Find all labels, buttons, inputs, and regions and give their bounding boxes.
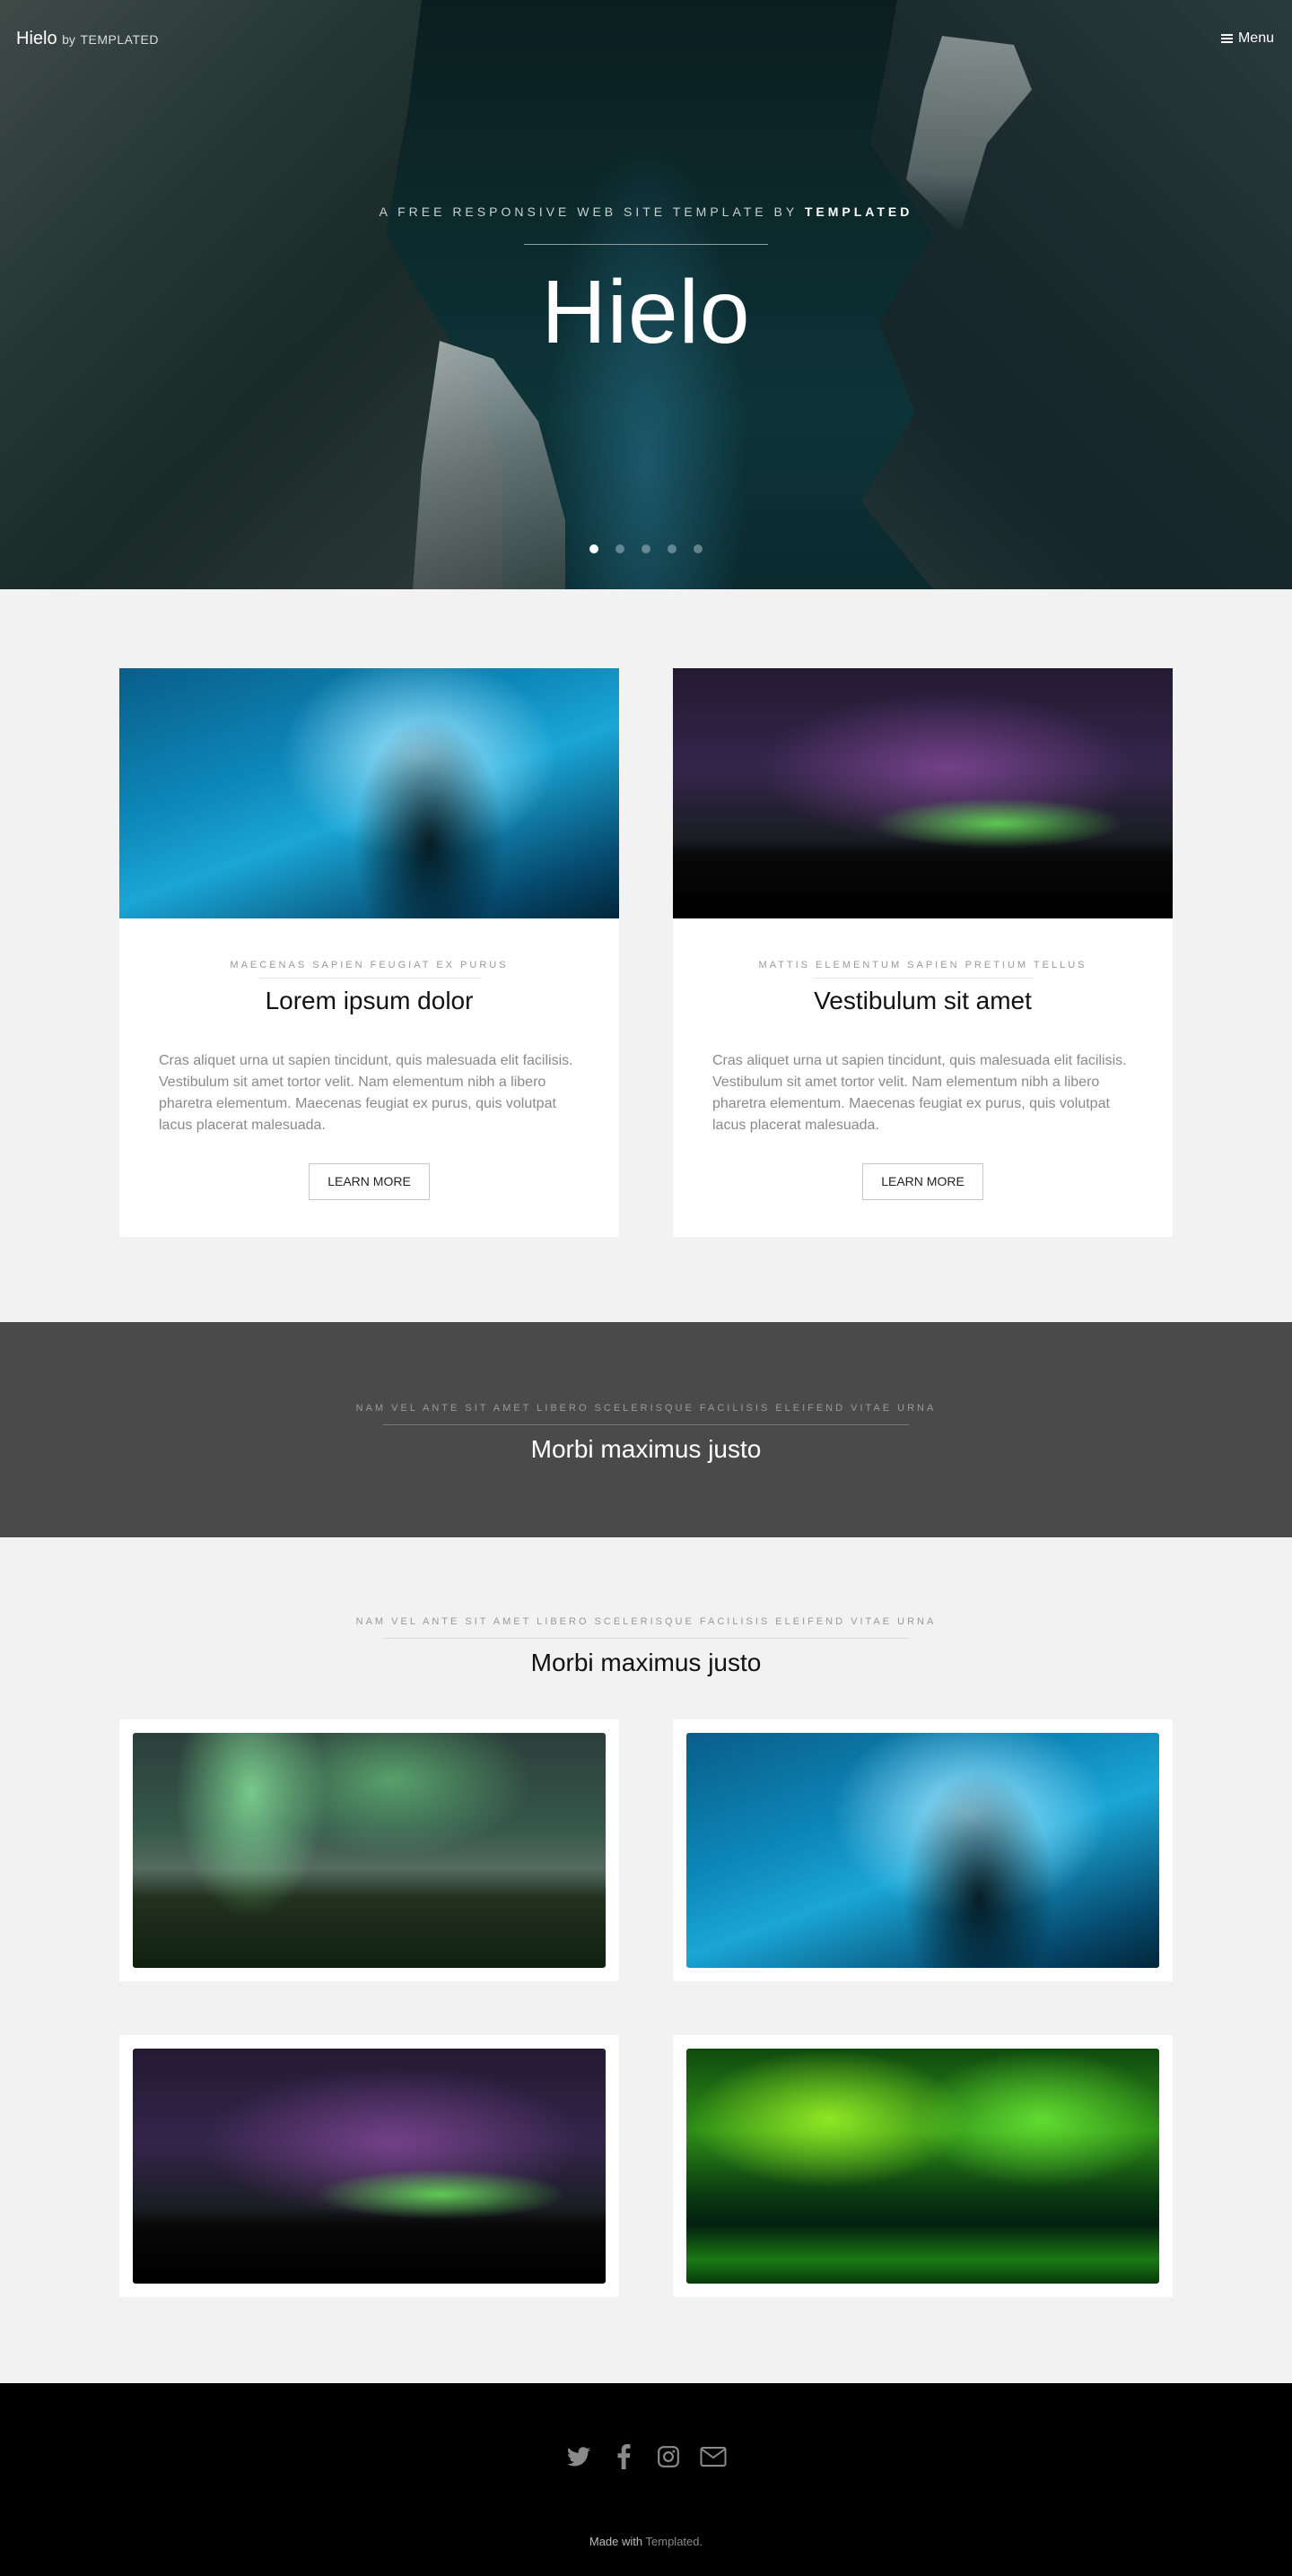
twitter-icon[interactable] <box>565 2443 592 2470</box>
social-links <box>0 2443 1292 2470</box>
band-title: Morbi maximus justo <box>530 1435 762 1463</box>
footer-credit: Made with Templated. <box>0 2535 1292 2548</box>
card-body: MAECENAS SAPIEN FEUGIAT EX PURUS Lorem i… <box>119 918 619 1200</box>
card-eyebrow: MAECENAS SAPIEN FEUGIAT EX PURUS <box>230 960 509 970</box>
feature-card: MATTIS ELEMENTUM SAPIEN PRETIUM TELLUS V… <box>673 668 1173 1237</box>
slider-dot-3[interactable] <box>642 544 650 553</box>
slider-dot-5[interactable] <box>694 544 703 553</box>
hero-divider <box>524 244 768 245</box>
gallery-item[interactable] <box>119 1719 619 1981</box>
learn-more-button[interactable]: LEARN MORE <box>309 1163 430 1200</box>
slider-dot-1[interactable] <box>589 544 598 553</box>
gallery-title: Morbi maximus justo <box>530 1649 762 1676</box>
gallery-header: NAM VEL ANTE SIT AMET LIBERO SCELERISQUE… <box>0 1616 1292 1678</box>
card-eyebrow: MATTIS ELEMENTUM SAPIEN PRETIUM TELLUS <box>758 960 1087 970</box>
menu-button[interactable]: Menu <box>1220 30 1274 47</box>
card-divider <box>812 978 1034 979</box>
card-text: Cras aliquet urna ut sapien tincidunt, q… <box>712 1053 1127 1133</box>
hamburger-icon <box>1220 34 1233 43</box>
aurora-plane-image <box>133 2049 606 2284</box>
slider-dots <box>0 544 1292 553</box>
card-divider <box>258 978 480 979</box>
gallery-item[interactable] <box>673 1719 1173 1981</box>
ice-cave-image <box>119 668 619 918</box>
slider-dot-2[interactable] <box>615 544 624 553</box>
hero-tagline-brand: TEMPLATED <box>804 205 913 219</box>
hero-tagline-prefix: A FREE RESPONSIVE WEB SITE TEMPLATE BY <box>379 205 798 219</box>
highlight-band: NAM VEL ANTE SIT AMET LIBERO SCELERISQUE… <box>0 1322 1292 1537</box>
card-text: Cras aliquet urna ut sapien tincidunt, q… <box>159 1053 573 1133</box>
envelope-icon[interactable] <box>700 2443 727 2470</box>
band-eyebrow: NAM VEL ANTE SIT AMET LIBERO SCELERISQUE… <box>355 1403 937 1414</box>
hero-tagline: A FREE RESPONSIVE WEB SITE TEMPLATE BY T… <box>0 205 1292 219</box>
band-divider <box>383 1424 909 1425</box>
card-title: Vestibulum sit amet <box>814 987 1032 1014</box>
brand-maker: TEMPLATED <box>80 32 159 47</box>
card-title: Lorem ipsum dolor <box>265 987 474 1014</box>
aurora-lake-image <box>133 1733 606 1968</box>
footer-made-with: Made with <box>589 2535 643 2548</box>
hero-banner: Hielo by TEMPLATED Menu A FREE RESPONSIV… <box>0 0 1292 589</box>
templated-link[interactable]: Templated. <box>646 2535 703 2548</box>
gallery-eyebrow: NAM VEL ANTE SIT AMET LIBERO SCELERISQUE… <box>355 1616 937 1627</box>
aurora-bright-image <box>686 2049 1159 2284</box>
site-logo[interactable]: Hielo by TEMPLATED <box>16 29 159 49</box>
ice-cave-image <box>686 1733 1159 1968</box>
feature-card: MAECENAS SAPIEN FEUGIAT EX PURUS Lorem i… <box>119 668 619 1237</box>
gallery-divider <box>383 1638 909 1639</box>
site-footer: Made with Templated. <box>0 2383 1292 2576</box>
hero-title: Hielo <box>541 262 751 362</box>
gallery-item[interactable] <box>673 2035 1173 2297</box>
facebook-icon[interactable] <box>610 2443 637 2470</box>
instagram-icon[interactable] <box>655 2443 682 2470</box>
hero-content: A FREE RESPONSIVE WEB SITE TEMPLATE BY T… <box>0 205 1292 361</box>
gallery-item[interactable] <box>119 2035 619 2297</box>
card-body: MATTIS ELEMENTUM SAPIEN PRETIUM TELLUS V… <box>673 918 1173 1200</box>
image-gallery <box>119 1719 1173 2297</box>
feature-cards: MAECENAS SAPIEN FEUGIAT EX PURUS Lorem i… <box>119 668 1173 1237</box>
top-nav: Hielo by TEMPLATED Menu <box>0 0 1292 81</box>
aurora-plane-image <box>673 668 1173 918</box>
menu-label: Menu <box>1237 30 1274 46</box>
slider-dot-4[interactable] <box>668 544 677 553</box>
brand-name: Hielo <box>16 29 57 48</box>
brand-by: by <box>62 32 75 47</box>
learn-more-button[interactable]: LEARN MORE <box>862 1163 983 1200</box>
